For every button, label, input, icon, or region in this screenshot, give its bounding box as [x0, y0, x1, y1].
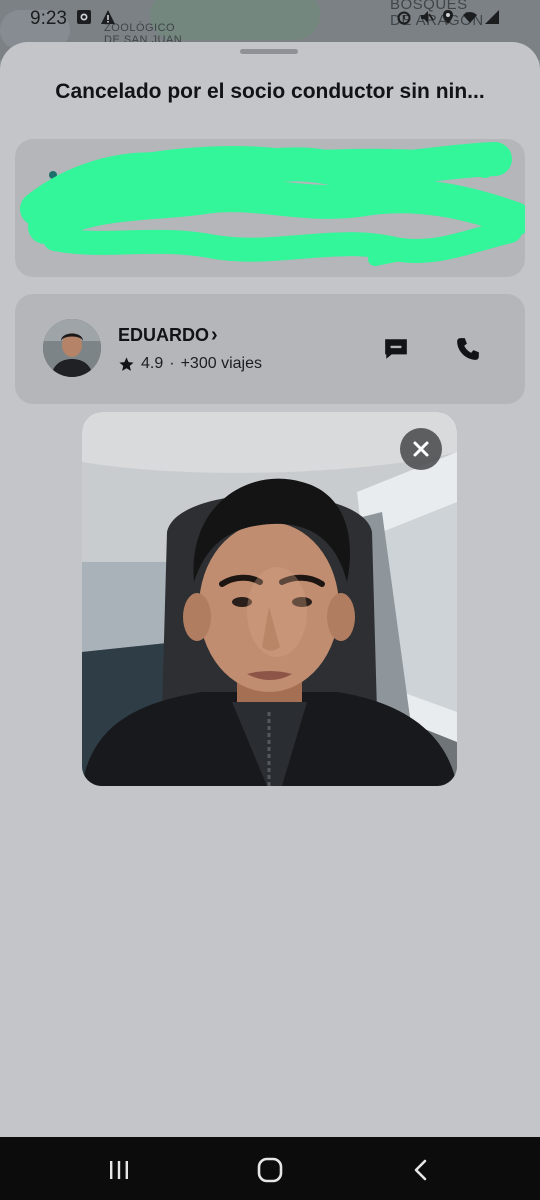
- message-button[interactable]: [379, 332, 413, 366]
- status-bar: 9:23: [0, 0, 540, 38]
- wifi-icon: [463, 12, 477, 23]
- recent-apps-icon: [110, 1161, 128, 1179]
- back-icon: [414, 1159, 427, 1181]
- phone-icon: [457, 338, 479, 360]
- avatar-photo: [43, 319, 101, 377]
- back-button[interactable]: [406, 1155, 436, 1185]
- sheet-title: Cancelado por el socio conductor sin nin…: [55, 80, 485, 103]
- driver-rating-row: 4.9 · +300 viajes: [118, 355, 262, 373]
- system-nav-bar: [0, 1137, 540, 1200]
- driver-rating: 4.9: [141, 355, 164, 372]
- home-button[interactable]: [255, 1155, 285, 1185]
- driver-trips: +300 viajes: [180, 355, 262, 372]
- meta-separator: ·: [169, 355, 175, 372]
- warning-icon: [101, 10, 115, 24]
- photo-icon: [77, 10, 91, 24]
- message-icon: [385, 339, 407, 359]
- call-button[interactable]: [451, 332, 485, 366]
- recent-apps-button[interactable]: [104, 1155, 134, 1185]
- driver-photo: [82, 412, 457, 786]
- driver-card[interactable]: EDUARDO › 4.9 · +300 viajes: [15, 294, 525, 404]
- close-icon: [413, 441, 429, 457]
- address-card[interactable]: [15, 139, 525, 277]
- close-photo-button[interactable]: [400, 428, 442, 470]
- sheet-grabber[interactable]: [240, 49, 298, 54]
- redaction-scribble: [20, 142, 525, 266]
- signal-icon: [485, 10, 499, 24]
- alarm-icon: [397, 11, 411, 25]
- driver-photo-image: [82, 412, 457, 786]
- driver-name[interactable]: EDUARDO ›: [118, 324, 218, 347]
- star-icon: [119, 356, 134, 371]
- home-icon: [257, 1157, 283, 1183]
- location-icon: [443, 10, 453, 24]
- chevron-right-icon: ›: [211, 324, 218, 346]
- driver-avatar[interactable]: [43, 319, 101, 377]
- trip-sheet: Cancelado por el socio conductor sin nin…: [0, 42, 540, 1137]
- status-time: 9:23: [30, 8, 67, 29]
- mute-icon: [421, 11, 434, 23]
